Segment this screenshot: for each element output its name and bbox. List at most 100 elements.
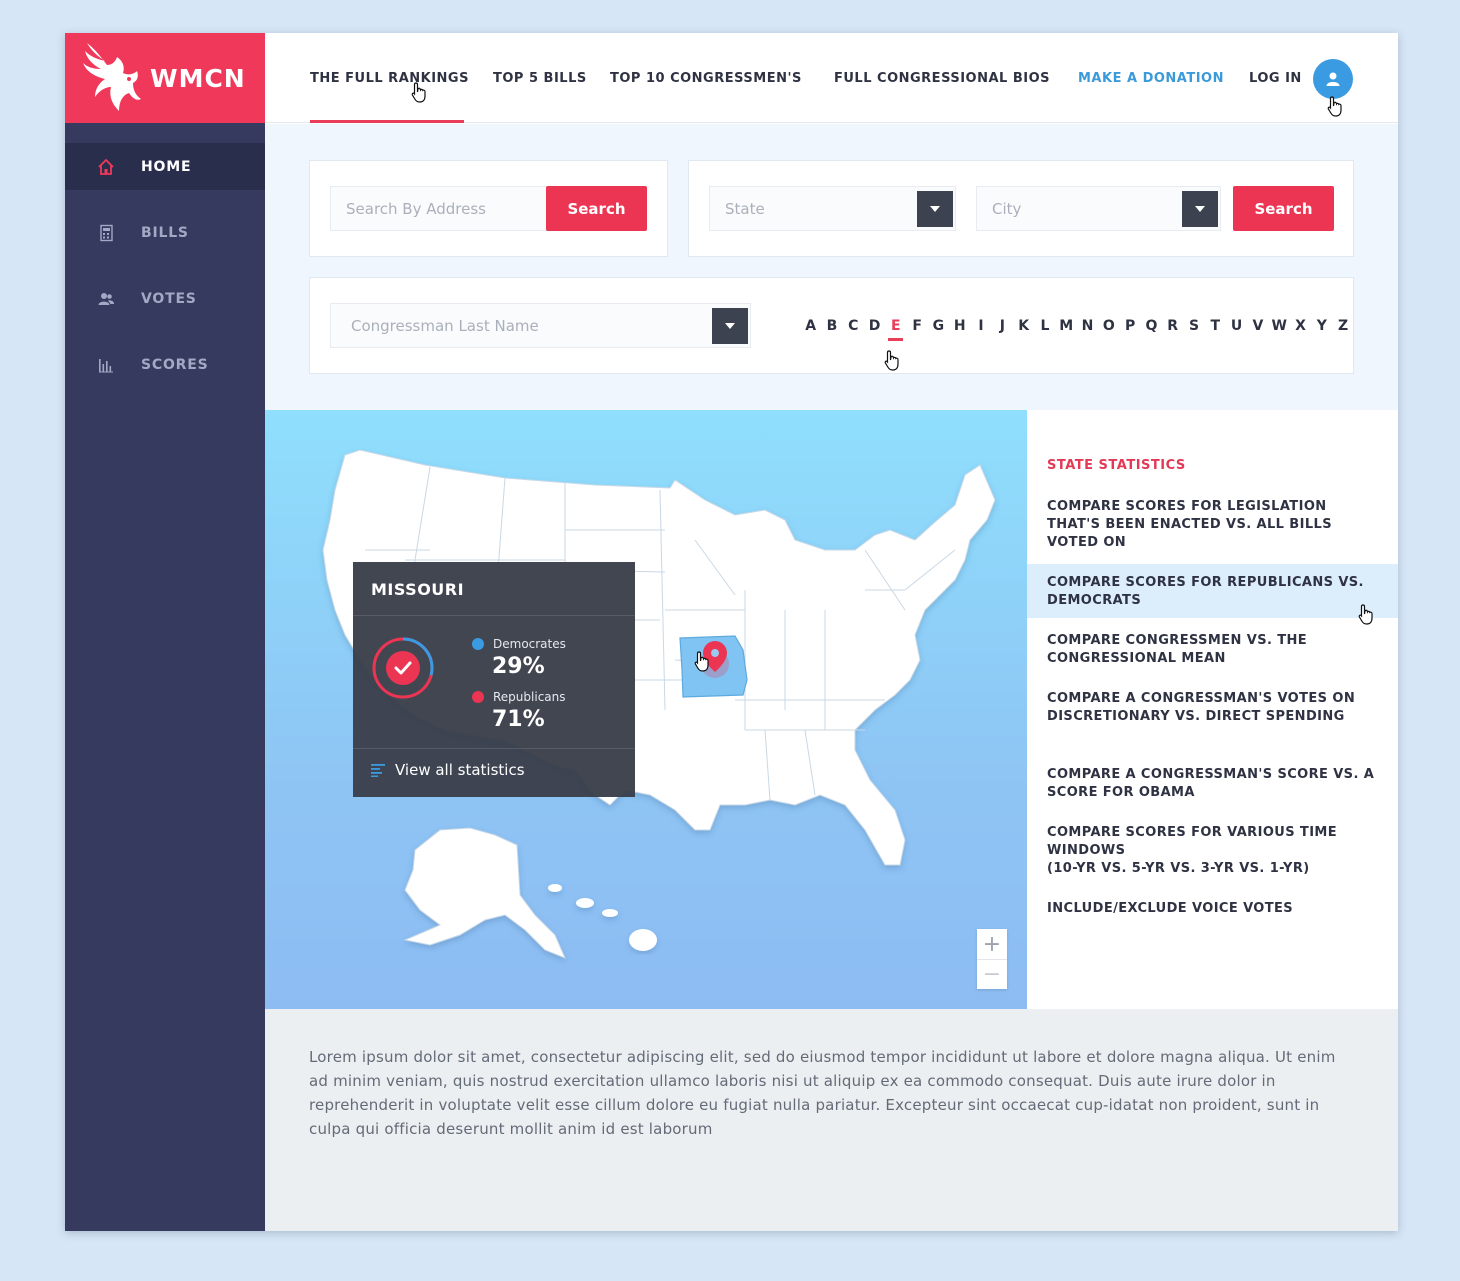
letter-filter-g[interactable]: G — [928, 318, 949, 334]
sidebar-item-label: SCORES — [141, 357, 209, 373]
state-dropdown-button[interactable] — [917, 191, 953, 227]
letter-filter-o[interactable]: O — [1098, 318, 1119, 334]
stat-option-enacted-vs-all[interactable]: COMPARE SCORES FOR LEGISLATION THAT'S BE… — [1027, 498, 1398, 552]
map-pin-marker[interactable] — [701, 641, 729, 678]
eagle-icon — [83, 43, 141, 111]
letter-filter-i[interactable]: I — [970, 318, 991, 334]
description-text: Lorem ipsum dolor sit amet, consectetur … — [309, 1048, 1336, 1138]
top-navigation: THE FULL RANKINGS TOP 5 BILLS TOP 10 CON… — [265, 33, 1398, 123]
party-ratio-ring — [372, 637, 434, 699]
us-map[interactable]: MISSOURI Democrates 29% Republicans 71% — [265, 410, 1027, 1009]
city-dropdown-button[interactable] — [1182, 191, 1218, 227]
home-icon — [98, 158, 114, 175]
address-search-card: Search — [309, 160, 668, 257]
sidebar-item-label: VOTES — [141, 291, 197, 307]
letter-filter-f[interactable]: F — [906, 318, 927, 334]
sidebar: WMCN HOME BILLS VOTES SCORES — [65, 33, 265, 1231]
login-link[interactable]: LOG IN — [1249, 71, 1302, 86]
letter-filter-m[interactable]: M — [1056, 318, 1077, 334]
state-select[interactable]: State — [709, 186, 956, 231]
location-search-button[interactable]: Search — [1233, 186, 1334, 231]
letter-filter-a[interactable]: A — [800, 318, 821, 334]
bar-chart-icon — [99, 359, 113, 373]
letter-filter-e[interactable]: E — [885, 318, 906, 341]
letter-filter-j[interactable]: J — [992, 318, 1013, 334]
democrats-value: 29% — [492, 654, 545, 679]
sidebar-item-label: BILLS — [141, 225, 189, 241]
stat-option-republicans-vs-democrats[interactable]: COMPARE SCORES FOR REPUBLICANS VS. DEMOC… — [1027, 564, 1398, 618]
stat-option-discretionary-vs-direct[interactable]: COMPARE A CONGRESSMAN'S VOTES ON DISCRET… — [1027, 690, 1398, 726]
democrats-dot — [472, 638, 484, 650]
caret-down-icon — [725, 323, 735, 329]
nav-link-full-rankings[interactable]: THE FULL RANKINGS — [310, 71, 469, 86]
calculator-icon — [100, 224, 113, 242]
lastname-select[interactable]: Congressman Last Name — [330, 303, 751, 348]
sidebar-item-scores[interactable]: SCORES — [65, 341, 265, 388]
user-avatar-button[interactable] — [1313, 59, 1353, 99]
letter-filter-t[interactable]: T — [1205, 318, 1226, 334]
caret-down-icon — [1195, 206, 1205, 212]
letter-filter-y[interactable]: Y — [1311, 318, 1332, 334]
address-search-button[interactable]: Search — [546, 186, 647, 231]
letter-filter-z[interactable]: Z — [1332, 318, 1353, 334]
nav-link-top-10-congressmen[interactable]: TOP 10 CONGRESSMEN'S — [610, 71, 802, 86]
sidebar-item-bills[interactable]: BILLS — [65, 209, 265, 256]
state-select-placeholder: State — [725, 199, 765, 218]
sidebar-item-label: HOME — [141, 159, 192, 175]
letter-filter-l[interactable]: L — [1034, 318, 1055, 334]
stat-option-congressional-mean[interactable]: COMPARE CONGRESSMEN VS. THE CONGRESSIONA… — [1027, 632, 1398, 668]
active-tab-indicator — [310, 120, 464, 123]
nav-link-top-5-bills[interactable]: TOP 5 BILLS — [493, 71, 587, 86]
users-icon — [98, 293, 114, 305]
letter-filter-b[interactable]: B — [821, 318, 842, 334]
divider — [353, 748, 635, 749]
view-all-statistics-link[interactable]: View all statistics — [371, 761, 525, 779]
alphabet-filter: ABCDEFGHIJKLMNOPQRSTUVWXYZ — [800, 318, 1354, 341]
letter-filter-r[interactable]: R — [1162, 318, 1183, 334]
republicans-value: 71% — [492, 707, 545, 732]
letter-filter-p[interactable]: P — [1119, 318, 1140, 334]
letter-filter-n[interactable]: N — [1077, 318, 1098, 334]
democrats-label: Democrates — [493, 637, 566, 651]
check-badge — [386, 651, 420, 685]
stat-option-time-windows-detail: (10-YR VS. 5-YR VS. 3-YR VS. 1-YR) — [1047, 861, 1310, 876]
sidebar-item-votes[interactable]: VOTES — [65, 275, 265, 322]
state-statistics-panel: STATE STATISTICS COMPARE SCORES FOR LEGI… — [1027, 410, 1398, 1009]
search-section: Search State City Search Congressman Las… — [265, 124, 1398, 411]
zoom-controls: + − — [977, 929, 1007, 989]
republicans-label: Republicans — [493, 690, 566, 704]
zoom-in-button[interactable]: + — [977, 929, 1007, 959]
caret-down-icon — [930, 206, 940, 212]
sidebar-item-home[interactable]: HOME — [65, 143, 265, 190]
brand-logo[interactable]: WMCN — [65, 33, 265, 123]
letter-filter-x[interactable]: X — [1290, 318, 1311, 334]
description-section: Lorem ipsum dolor sit amet, consectetur … — [265, 1009, 1398, 1231]
letter-filter-h[interactable]: H — [949, 318, 970, 334]
hand-cursor-icon — [884, 350, 899, 371]
letter-filter-w[interactable]: W — [1269, 318, 1290, 334]
list-icon — [371, 764, 385, 777]
lastname-dropdown-button[interactable] — [712, 308, 748, 344]
letter-filter-u[interactable]: U — [1226, 318, 1247, 334]
city-select[interactable]: City — [976, 186, 1221, 231]
letter-filter-s[interactable]: S — [1183, 318, 1204, 334]
stat-option-time-windows[interactable]: COMPARE SCORES FOR VARIOUS TIME WINDOWS — [1027, 824, 1398, 860]
address-search-input[interactable] — [346, 199, 559, 218]
address-search-field — [330, 186, 560, 231]
letter-filter-k[interactable]: K — [1013, 318, 1034, 334]
nav-link-congressional-bios[interactable]: FULL CONGRESSIONAL BIOS — [834, 71, 1050, 86]
letter-filter-q[interactable]: Q — [1141, 318, 1162, 334]
republicans-dot — [472, 691, 484, 703]
brand-name: WMCN — [150, 64, 246, 93]
app-window: WMCN HOME BILLS VOTES SCORES THE FULL RA… — [65, 33, 1398, 1231]
letter-filter-v[interactable]: V — [1247, 318, 1268, 334]
stat-option-score-vs-obama[interactable]: COMPARE A CONGRESSMAN'S SCORE VS. A SCOR… — [1027, 766, 1398, 802]
user-icon — [1326, 72, 1340, 86]
stat-option-voice-votes[interactable]: INCLUDE/EXCLUDE VOICE VOTES — [1027, 900, 1398, 918]
letter-filter-c[interactable]: C — [843, 318, 864, 334]
location-search-card: State City Search — [688, 160, 1354, 257]
letter-filter-d[interactable]: D — [864, 318, 885, 334]
zoom-out-button[interactable]: − — [977, 959, 1007, 989]
donate-link[interactable]: MAKE A DONATION — [1078, 71, 1224, 86]
view-all-statistics-label: View all statistics — [395, 761, 525, 779]
